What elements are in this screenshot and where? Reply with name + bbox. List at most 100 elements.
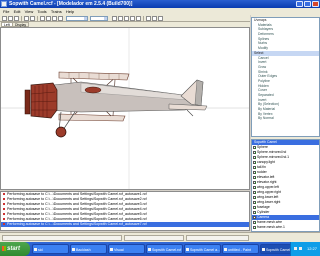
visibility-checkbox[interactable] [253,190,256,194]
start-button[interactable]: start [0,242,30,256]
clock: 12:27 [306,246,317,251]
upper-wing [58,71,130,81]
app-icon [34,248,37,251]
snap-icon[interactable] [118,16,123,21]
menu-help[interactable]: Help [66,8,74,15]
biplane-model [24,71,208,138]
object-name: Sphere.mirrored.hd.1 [257,155,290,159]
info-icon [3,203,5,206]
info-icon [3,218,5,221]
wireframe-icon[interactable] [124,16,129,21]
menu-file[interactable]: File [3,8,9,15]
close-button[interactable] [312,1,319,7]
visibility-checkbox[interactable] [253,205,256,209]
menu-tools[interactable]: Tools [37,8,46,15]
taskbar-button-label: Sopwith Camel a... [190,248,221,252]
taskbar-button[interactable]: Visual [108,244,145,254]
menu-edit[interactable]: Edit [14,8,21,15]
texture-icon[interactable] [136,16,141,21]
render-icon[interactable] [146,16,151,21]
taskbar-button[interactable]: Sopwith Camel.rcf [146,244,183,254]
object-name: elevator.left [257,175,275,179]
network-icon[interactable] [294,247,297,250]
object-name: rudder [257,170,267,174]
volume-icon[interactable] [299,247,302,250]
window-title: Sopwith Camel.rcf - [Modelador em 2.5.4 … [9,1,133,7]
object-list: Sphere Sphere.mirrored.hd Sphere.mirrored.… [252,145,319,230]
layer-dropdown[interactable] [90,16,108,21]
info-icon [3,223,5,226]
toolbar-separator [143,16,144,21]
output-log-panel: Performing autosave to C:\...\Documents … [0,191,250,231]
object-name: wing.upper.right [257,190,281,194]
object-list-item[interactable]: frame.mesh.wire.1 [252,225,319,230]
log-line-selected[interactable]: Performing autosave to C:\...\Documents … [1,222,249,227]
app-icon [72,248,75,251]
visibility-checkbox[interactable] [253,200,256,204]
rotate-tool-icon[interactable] [52,16,57,21]
move-tool-icon[interactable] [46,16,51,21]
app-icon [1,1,7,7]
taskbar-button[interactable]: untitled - Paint [222,244,259,254]
select-tool-icon[interactable] [40,16,45,21]
taskbar-button-label: sid [38,248,43,252]
windows-logo-icon [2,246,6,251]
chevron-down-icon [104,17,107,20]
status-bar [0,232,320,242]
object-name: wing.upper.left [257,185,279,189]
app-icon [148,248,151,251]
minimize-button[interactable] [296,1,303,7]
visibility-checkbox[interactable] [253,215,256,219]
camera-icon[interactable] [152,16,157,21]
undo-icon[interactable] [24,16,29,21]
properties-row[interactable]: By Normal [252,116,319,121]
maximize-button[interactable] [304,1,311,7]
menu-view[interactable]: View [25,8,34,15]
redo-icon[interactable] [30,16,35,21]
object-name: frame.mesh.wire [257,220,283,224]
info-icon [3,213,5,216]
scale-tool-icon[interactable] [58,16,63,21]
object-name: Sphere [257,145,268,149]
app-icon [262,248,265,251]
light-icon[interactable] [158,16,163,21]
visibility-checkbox[interactable] [253,155,256,159]
visibility-checkbox[interactable] [253,185,256,189]
open-file-icon[interactable] [8,16,13,21]
view-mode-dropdown[interactable] [66,16,88,21]
info-icon [3,193,5,196]
new-file-icon[interactable] [2,16,7,21]
right-sidebar: Uvmaps Materials Sublayers Deformers Splines… [251,15,320,232]
chevron-down-icon [84,17,87,20]
taskbar-button-label: Sopwith Camel.rcf [152,248,182,252]
visibility-checkbox[interactable] [253,165,256,169]
taskbar-button[interactable]: Sopwith Camel a... [184,244,221,254]
object-name: Camera [257,215,270,219]
visibility-checkbox[interactable] [253,160,256,164]
shaded-icon[interactable] [130,16,135,21]
visibility-checkbox[interactable] [253,170,256,174]
visibility-checkbox[interactable] [253,180,256,184]
visibility-checkbox[interactable] [253,175,256,179]
toolbar-separator [21,16,22,21]
menu-trains[interactable]: Trains [51,8,62,15]
visibility-checkbox[interactable] [253,220,256,224]
visibility-checkbox[interactable] [253,195,256,199]
object-name: elevator.right [257,180,277,184]
app-icon [110,248,113,251]
3d-viewport[interactable] [0,27,250,190]
system-tray: 12:27 [290,242,320,256]
save-icon[interactable] [14,16,19,21]
status-cell [124,235,184,241]
grid-icon[interactable] [112,16,117,21]
visibility-checkbox[interactable] [253,145,256,149]
object-name: wing.lower.right [257,200,281,204]
object-list-panel: Sopwith Camel Sphere Sphere.mirrored.hd Sp… [251,139,320,232]
visibility-checkbox[interactable] [253,225,256,229]
taskbar-button[interactable]: sid [32,244,69,254]
taskbar-button[interactable]: Backlash [70,244,107,254]
window-titlebar: Sopwith Camel.rcf - [Modelador em 2.5.4 … [0,0,320,8]
visibility-checkbox[interactable] [253,150,256,154]
visibility-checkbox[interactable] [253,210,256,214]
taskbar-button-label: Backlash [76,248,91,252]
